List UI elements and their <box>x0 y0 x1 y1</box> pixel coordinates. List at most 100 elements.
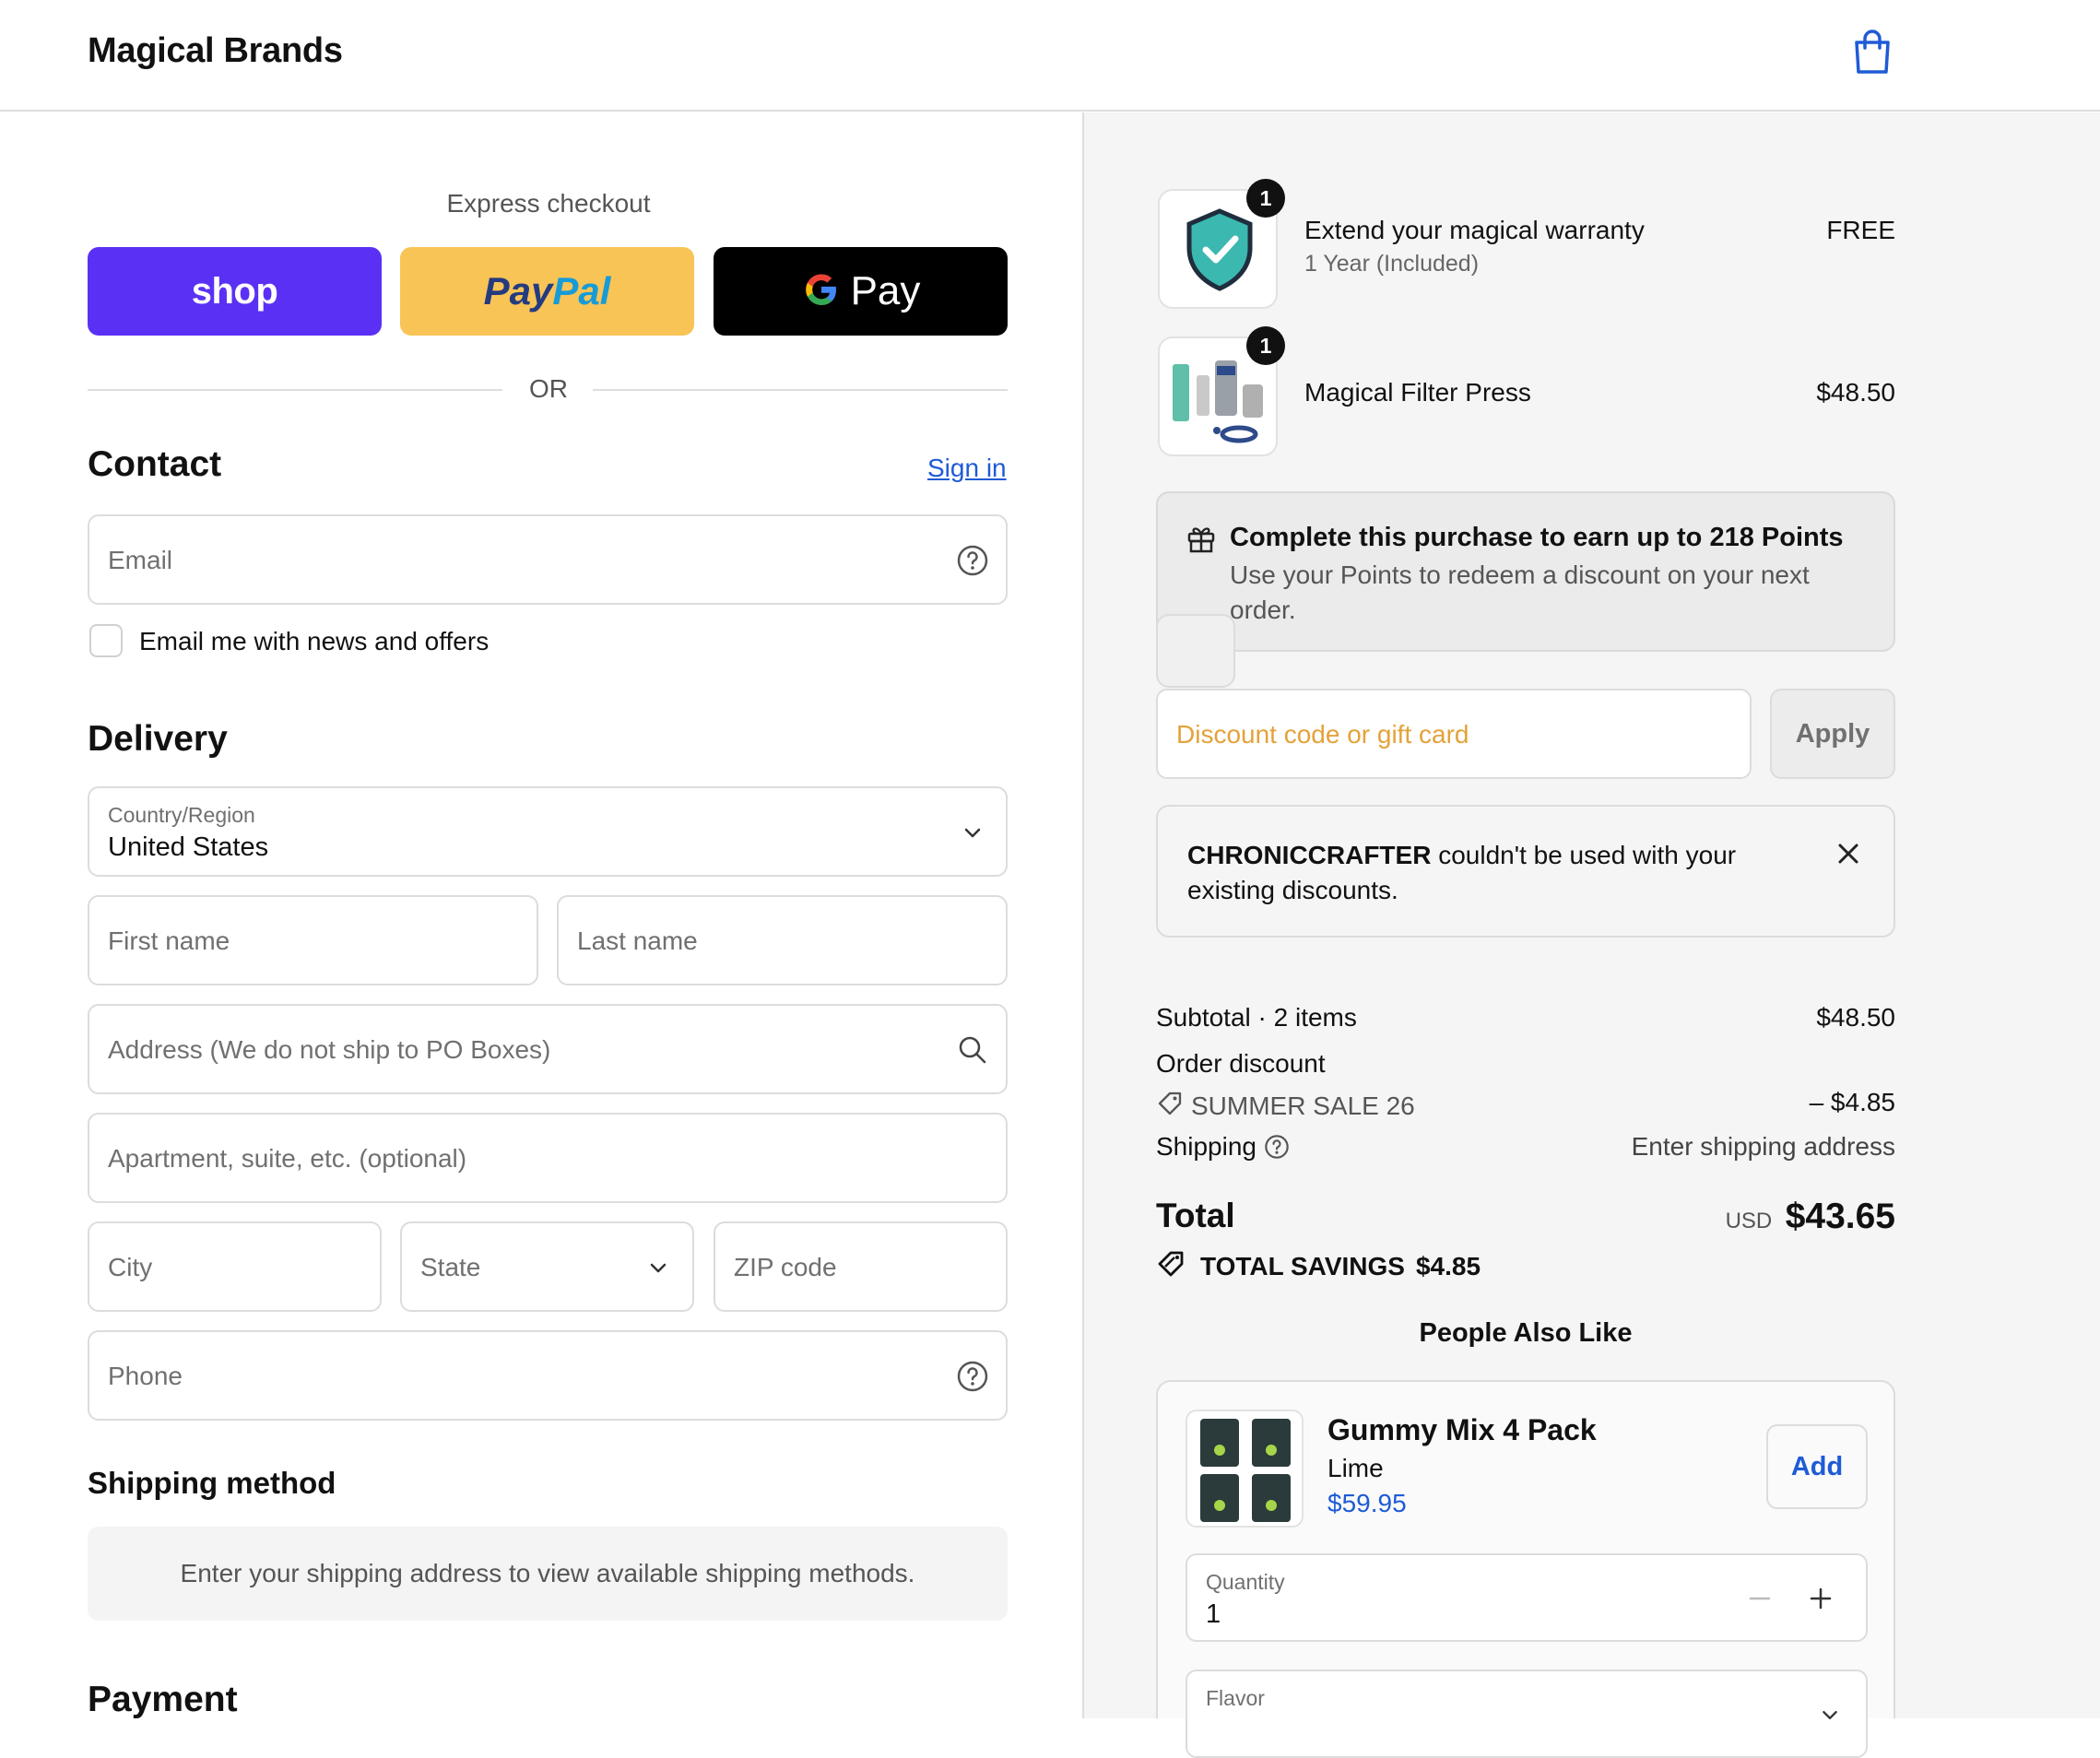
email-field[interactable]: Email <box>88 514 1008 605</box>
discount-code-text: SUMMER SALE 26 <box>1191 1091 1415 1120</box>
gift-icon <box>1186 523 1217 559</box>
contact-heading: Contact <box>88 444 222 484</box>
order-discount-label: Order discount <box>1156 1049 1326 1078</box>
divider-right <box>593 389 1008 391</box>
points-promo-box: Complete this purchase to earn up to 218… <box>1156 491 1895 652</box>
city-placeholder: City <box>108 1253 153 1281</box>
last-name-placeholder: Last name <box>577 926 698 955</box>
savings-label: TOTAL SAVINGS <box>1200 1251 1405 1280</box>
shop-pay-button[interactable]: shop <box>88 247 382 336</box>
total-savings-row: TOTAL SAVINGS $4.85 <box>1156 1248 1481 1284</box>
last-name-field[interactable]: Last name <box>557 895 1008 985</box>
discount-error-message: CHRONICCRAFTER couldn't be used with you… <box>1187 838 1823 908</box>
error-code: CHRONICCRAFTER <box>1187 841 1432 869</box>
savings-value: $4.85 <box>1415 1251 1481 1280</box>
shipping-value: Enter shipping address <box>1631 1132 1895 1161</box>
product-image <box>1200 1419 1291 1522</box>
address-placeholder: Address (We do not ship to PO Boxes) <box>108 1035 551 1064</box>
first-name-field[interactable]: First name <box>88 895 538 985</box>
express-checkout-label: Express checkout <box>446 189 651 218</box>
help-circle-icon[interactable] <box>956 1360 989 1393</box>
quantity-stepper[interactable]: Quantity 1 <box>1186 1553 1868 1642</box>
cart-item-price: FREE <box>1826 216 1895 244</box>
total-amount: USD $43.65 <box>1527 1197 1895 1237</box>
apartment-placeholder: Apartment, suite, etc. (optional) <box>108 1144 467 1173</box>
cart-item-name: Extend your magical warranty <box>1304 216 1645 244</box>
delivery-heading: Delivery <box>88 719 228 759</box>
points-description: Use your Points to redeem a discount on … <box>1230 560 1810 624</box>
quantity-badge: 1 <box>1246 179 1285 218</box>
or-divider-label: OR <box>529 374 568 403</box>
gummy-pack-thumbnail <box>1186 1410 1304 1528</box>
flavor-select[interactable]: Flavor <box>1186 1670 1868 1758</box>
address-field[interactable]: Address (We do not ship to PO Boxes) <box>88 1004 1008 1094</box>
apply-discount-button[interactable]: Apply <box>1770 689 1895 779</box>
upsell-product-name: Gummy Mix 4 Pack <box>1327 1413 1597 1446</box>
subtotal-label: Subtotal · 2 items <box>1156 1003 1357 1032</box>
minus-icon[interactable] <box>1744 1583 1776 1619</box>
discount-placeholder: Discount code or gift card <box>1176 720 1469 749</box>
country-label: Country/Region <box>108 803 255 827</box>
upsell-product-price: $59.95 <box>1327 1489 1407 1517</box>
total-value: $43.65 <box>1785 1197 1895 1236</box>
discount-error-banner: CHRONICCRAFTER couldn't be used with you… <box>1156 805 1895 938</box>
search-icon <box>956 1033 989 1067</box>
cart-item-name: Magical Filter Press <box>1304 378 1531 407</box>
chevron-down-icon <box>956 816 989 849</box>
phone-field[interactable]: Phone <box>88 1330 1008 1421</box>
zip-placeholder: ZIP code <box>734 1253 837 1281</box>
quantity-label: Quantity <box>1206 1570 1285 1594</box>
add-upsell-button[interactable]: Add <box>1766 1424 1868 1509</box>
paypal-label-pay: Pay <box>483 269 553 313</box>
discount-value: – $4.85 <box>1809 1088 1895 1116</box>
people-also-like-heading: People Also Like <box>1419 1318 1633 1348</box>
shopping-bag-icon[interactable] <box>1849 28 1895 77</box>
divider-left <box>88 389 502 391</box>
state-placeholder: State <box>420 1253 481 1281</box>
shipping-label: Shipping <box>1156 1132 1256 1161</box>
state-select[interactable]: State <box>400 1221 694 1312</box>
sign-in-link[interactable]: Sign in <box>927 454 1007 483</box>
chevron-down-icon <box>642 1251 675 1284</box>
newsletter-checkbox[interactable] <box>89 624 123 657</box>
cart-item-variant: 1 Year (Included) <box>1304 251 1480 277</box>
total-label: Total <box>1156 1197 1235 1234</box>
savings-tag-icon <box>1156 1248 1189 1284</box>
zip-field[interactable]: ZIP code <box>714 1221 1008 1312</box>
upsell-product-variant: Lime <box>1327 1454 1384 1482</box>
collapsed-widget-tab[interactable] <box>1156 614 1235 688</box>
paypal-button[interactable]: Pay Pal <box>400 247 694 336</box>
google-g-icon <box>801 269 842 314</box>
google-pay-button[interactable]: Pay <box>714 247 1008 336</box>
discount-code-tag: SUMMER SALE 26 <box>1156 1090 1415 1122</box>
payment-heading: Payment <box>88 1680 238 1719</box>
paypal-label-pal: Pal <box>552 269 611 313</box>
quantity-badge: 1 <box>1246 326 1285 365</box>
country-value: United States <box>108 832 269 862</box>
plus-icon[interactable] <box>1805 1583 1836 1619</box>
currency-code: USD <box>1725 1209 1773 1233</box>
chevron-down-icon <box>1814 1699 1846 1735</box>
help-circle-icon[interactable] <box>1264 1134 1290 1160</box>
shipping-row: Shipping <box>1156 1132 1290 1162</box>
close-icon[interactable] <box>1833 838 1864 874</box>
phone-placeholder: Phone <box>108 1362 183 1390</box>
brand-logo[interactable]: Magical Brands <box>88 31 343 71</box>
country-select[interactable]: Country/Region United States <box>88 786 1008 877</box>
help-circle-icon[interactable] <box>956 544 989 577</box>
upsell-product-card: Gummy Mix 4 Pack Lime $59.95 Add Quantit… <box>1156 1380 1895 1758</box>
header: Magical Brands <box>0 0 2100 112</box>
shop-pay-label: shop <box>191 270 278 312</box>
shipping-method-heading: Shipping method <box>88 1466 336 1500</box>
newsletter-label: Email me with news and offers <box>139 627 490 655</box>
subtotal-value: $48.50 <box>1816 1003 1895 1032</box>
quantity-value: 1 <box>1206 1599 1221 1629</box>
apartment-field[interactable]: Apartment, suite, etc. (optional) <box>88 1113 1008 1203</box>
discount-code-input[interactable]: Discount code or gift card <box>1156 689 1752 779</box>
email-placeholder: Email <box>108 546 173 574</box>
flavor-label: Flavor <box>1206 1686 1265 1710</box>
city-field[interactable]: City <box>88 1221 382 1312</box>
shipping-method-notice: Enter your shipping address to view avai… <box>88 1527 1008 1621</box>
cart-item-price: $48.50 <box>1816 378 1895 407</box>
tag-icon <box>1156 1090 1184 1122</box>
